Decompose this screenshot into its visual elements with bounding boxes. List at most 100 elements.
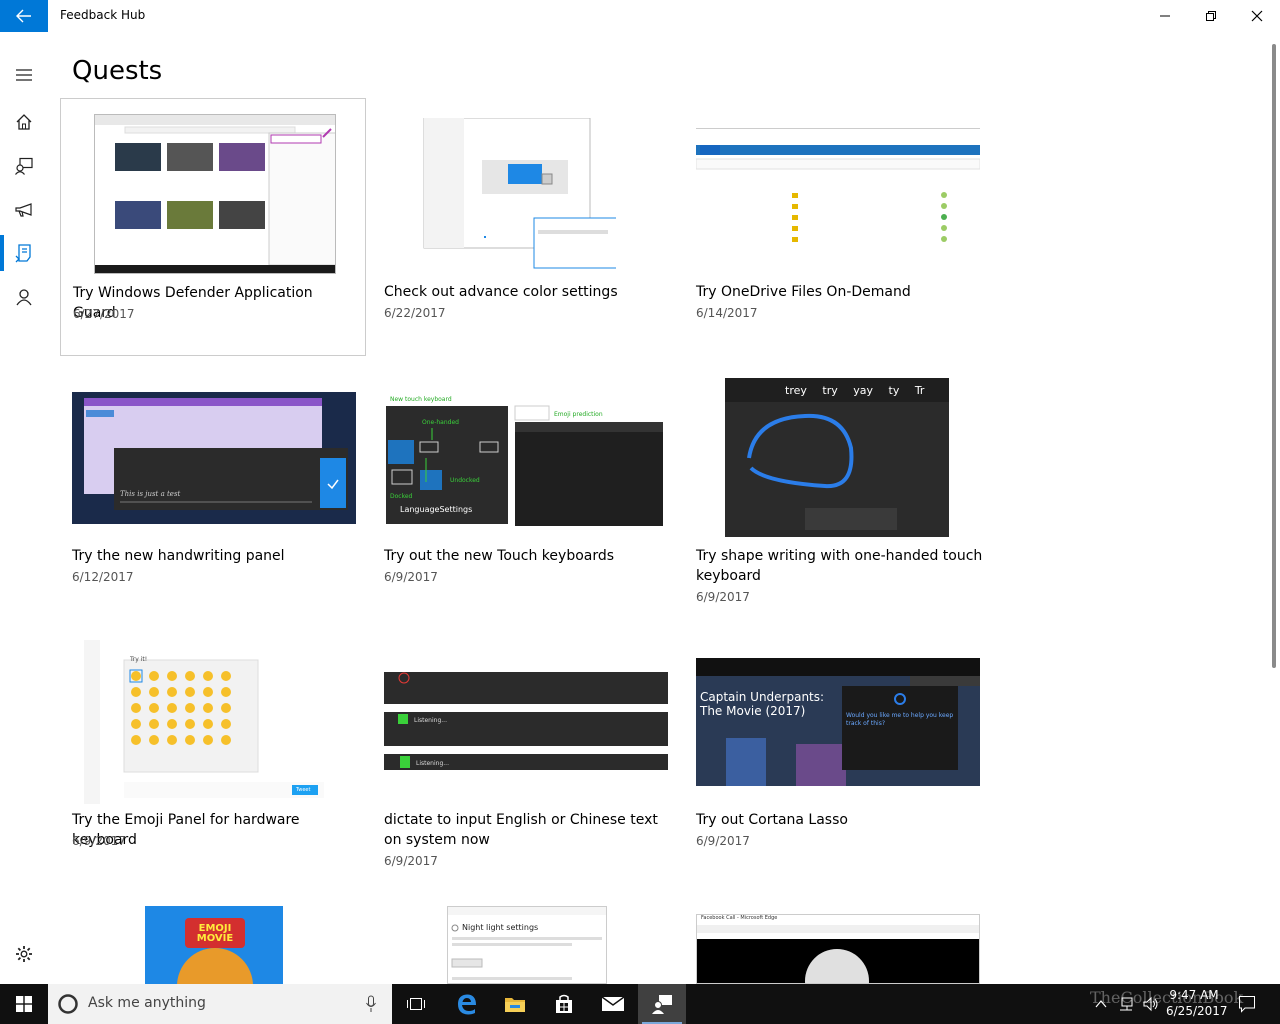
minimize-button[interactable] xyxy=(1142,0,1188,32)
suggestion: Tr xyxy=(914,384,925,397)
action-center-icon[interactable] xyxy=(1238,995,1256,1013)
back-arrow-icon xyxy=(16,9,31,23)
cortana-circle-icon xyxy=(58,994,78,1014)
browser-screenshot xyxy=(95,115,335,273)
cortana-search-box[interactable]: Ask me anything xyxy=(48,984,392,1024)
nav-item-profile[interactable] xyxy=(0,275,48,319)
quest-thumbnail: Captain Underpants: The Movie (2017) Wou… xyxy=(696,658,980,786)
quest-date: 6/27/2017 xyxy=(73,307,135,321)
quest-thumbnail xyxy=(94,114,336,274)
try-it-label: Try it! xyxy=(130,656,148,663)
quest-card[interactable]: EMOJI MOVIE xyxy=(60,894,366,984)
quest-card[interactable]: Facebook Call - Microsoft Edge xyxy=(684,894,990,984)
label-emoji-prediction: Emoji prediction xyxy=(554,411,603,418)
quest-thumbnail: Listening... Listening... xyxy=(384,672,668,776)
quest-date: 6/14/2017 xyxy=(696,306,758,320)
label-undocked: Undocked xyxy=(450,477,480,484)
microphone-icon xyxy=(366,995,376,1012)
mail-icon xyxy=(601,996,625,1011)
edge-window-title: Facebook Call - Microsoft Edge xyxy=(701,915,778,921)
suggestion: yay xyxy=(853,384,873,397)
quest-card[interactable]: Try it! Tweet Try the Emoji Panel for ha… xyxy=(60,630,366,888)
handwriting-sample: This is just a test xyxy=(120,490,181,498)
emoji-panel-screenshot xyxy=(84,640,324,804)
task-view-button[interactable] xyxy=(392,984,440,1024)
taskbar: Ask me anything TheCollectionBook 9:47 A… xyxy=(0,984,1280,1024)
restore-button[interactable] xyxy=(1188,0,1234,32)
quest-date: 6/9/2017 xyxy=(72,834,126,848)
file-explorer-taskbar-button[interactable] xyxy=(491,984,539,1024)
label-one-handed: One-handed xyxy=(422,419,459,426)
emoji-movie-poster xyxy=(145,906,283,984)
home-icon xyxy=(16,114,32,130)
feedback-hub-window: Feedback Hub Quests Try Windows Defender… xyxy=(0,0,1280,984)
quest-title: Try the new handwriting panel xyxy=(72,548,285,564)
feedback-hub-taskbar-button[interactable] xyxy=(638,984,686,1024)
title-bar: Feedback Hub xyxy=(0,0,1280,32)
system-clock[interactable]: 9:47 AM 6/25/2017 xyxy=(1166,987,1228,1019)
quests-icon xyxy=(15,244,31,263)
quest-thumbnail: This is just a test xyxy=(72,392,356,524)
quest-date: 6/9/2017 xyxy=(384,570,438,584)
minimize-icon xyxy=(1160,15,1170,17)
nav-item-feedback[interactable] xyxy=(0,144,48,188)
edge-facebook-call-screenshot xyxy=(697,925,979,983)
explorer-screenshot xyxy=(696,145,980,242)
quest-card[interactable]: Night light settings xyxy=(372,894,678,984)
nav-item-home[interactable] xyxy=(0,100,48,144)
quest-card[interactable]: Check out advance color settings 6/22/20… xyxy=(372,98,678,356)
quest-thumbnail: trey try yay ty Tr xyxy=(725,378,949,537)
quest-thumbnail: EMOJI MOVIE xyxy=(145,906,283,984)
hamburger-icon xyxy=(16,69,32,81)
quest-card[interactable]: New touch keyboard One-handed Undocked D… xyxy=(372,366,678,624)
feedback-icon xyxy=(15,157,33,175)
quest-date: 6/22/2017 xyxy=(384,306,446,320)
clock-date: 6/25/2017 xyxy=(1166,1004,1228,1018)
settings-screenshot xyxy=(423,118,616,269)
edge-icon xyxy=(458,994,476,1015)
network-icon[interactable] xyxy=(1118,996,1134,1012)
shape-writing-screenshot xyxy=(725,378,949,530)
quest-title: dictate to input English or Chinese text… xyxy=(384,812,658,848)
start-button[interactable] xyxy=(0,984,48,1024)
quest-card[interactable]: trey try yay ty Tr Try shape writing wit… xyxy=(684,366,990,624)
show-hidden-icons-chevron-icon[interactable] xyxy=(1094,997,1108,1011)
nav-item-announcements[interactable] xyxy=(0,188,48,232)
quest-title: Try out the new Touch keyboards xyxy=(384,548,615,564)
close-icon xyxy=(1251,10,1263,22)
quest-thumbnail: New touch keyboard One-handed Undocked D… xyxy=(384,392,668,526)
listening-label: Listening... xyxy=(416,760,449,767)
label-new-touch-keyboard: New touch keyboard xyxy=(390,396,452,403)
clock-time: 9:47 AM xyxy=(1169,988,1219,1002)
restore-icon xyxy=(1206,11,1216,21)
quest-card[interactable]: This is just a test Try the new handwrit… xyxy=(60,366,366,624)
nav-menu-button[interactable] xyxy=(0,53,48,97)
movie-title: Captain Underpants: The Movie (2017) xyxy=(700,690,825,718)
edge-taskbar-button[interactable] xyxy=(443,984,491,1024)
search-placeholder: Ask me anything xyxy=(88,995,206,1011)
quest-card[interactable]: Try Windows Defender Application Guard 6… xyxy=(60,98,366,356)
task-view-icon xyxy=(407,998,425,1010)
mail-taskbar-button[interactable] xyxy=(589,984,637,1024)
quest-title: Try OneDrive Files On-Demand xyxy=(696,284,911,300)
quest-card[interactable]: Listening... Listening... dictate to inp… xyxy=(372,630,678,888)
nav-item-settings[interactable] xyxy=(0,932,48,976)
quest-card[interactable]: Captain Underpants: The Movie (2017) Wou… xyxy=(684,630,990,888)
store-taskbar-button[interactable] xyxy=(540,984,588,1024)
vertical-scrollbar[interactable] xyxy=(1272,44,1276,668)
label-docked: Docked xyxy=(390,493,413,500)
shape-writing-suggestions: trey try yay ty Tr xyxy=(785,384,924,397)
store-icon xyxy=(556,994,572,1013)
quest-title: Check out advance color settings xyxy=(384,284,618,300)
volume-icon[interactable] xyxy=(1142,996,1160,1012)
quest-date: 6/9/2017 xyxy=(696,590,750,604)
nav-item-quests[interactable] xyxy=(0,231,48,275)
quest-card[interactable]: Try OneDrive Files On-Demand 6/14/2017 xyxy=(684,98,990,356)
quest-thumbnail: Try it! Tweet xyxy=(84,640,324,804)
back-button[interactable] xyxy=(0,0,48,32)
suggestion: trey xyxy=(785,384,807,397)
night-light-screenshot xyxy=(448,907,606,980)
close-button[interactable] xyxy=(1234,0,1280,32)
suggestion: try xyxy=(822,384,838,397)
quest-title: Try shape writing with one-handed touch … xyxy=(696,548,983,584)
